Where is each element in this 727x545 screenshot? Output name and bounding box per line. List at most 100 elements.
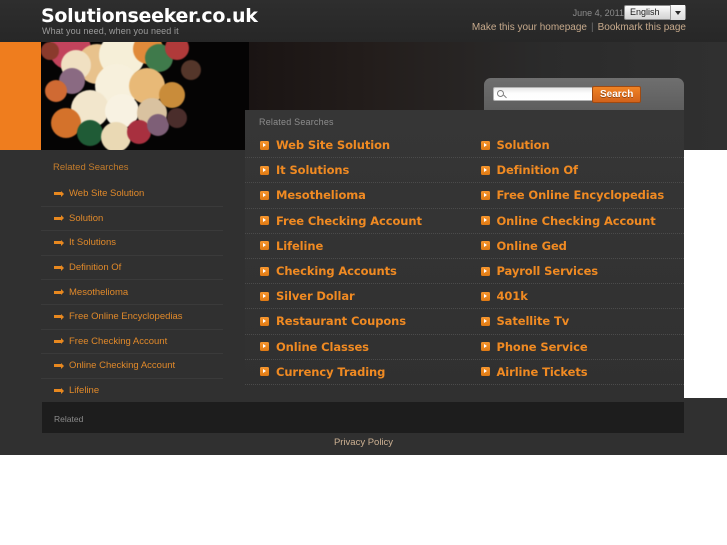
hero-orange-bar (0, 42, 41, 150)
related-search-link[interactable]: Checking Accounts (276, 264, 397, 278)
sidebar-item-label[interactable]: Web Site Solution (69, 188, 144, 199)
related-search-link[interactable]: Mesothelioma (276, 188, 366, 202)
site-brand: Solutionseeker.co.uk (41, 5, 258, 27)
arrow-right-icon (260, 140, 269, 150)
related-search-link[interactable]: Online Ged (497, 239, 567, 253)
sidebar-item-label[interactable]: Solution (69, 213, 103, 224)
related-search-cell: Phone Service (465, 335, 685, 359)
page-blank-area (0, 455, 727, 545)
related-search-link[interactable]: Currency Trading (276, 365, 385, 379)
related-search-row: Free Checking Account Online Checking Acc… (245, 209, 684, 234)
bookmark-page-link[interactable]: Bookmark this page (598, 22, 686, 33)
related-search-cell: 401k (465, 284, 685, 308)
arrow-right-icon (480, 266, 490, 276)
related-search-link[interactable]: Phone Service (497, 340, 588, 354)
site-tagline: What you need, when you need it (42, 26, 179, 36)
arrow-right-icon (480, 190, 490, 200)
related-search-link[interactable]: 401k (497, 289, 528, 303)
search-icon (497, 90, 504, 97)
related-search-row: Silver Dollar 401k (245, 284, 685, 310)
arrow-right-icon (260, 165, 269, 175)
sidebar-item[interactable]: Solution (41, 207, 223, 232)
related-search-link[interactable]: Solution (497, 138, 550, 152)
chevron-down-icon[interactable] (670, 5, 685, 20)
arrow-right-icon (260, 316, 269, 326)
related-search-link[interactable]: Web Site Solution (276, 138, 390, 152)
arrow-right-icon (260, 291, 269, 301)
arrow-right-icon (260, 241, 269, 251)
related-search-row: Lifeline Online Ged (245, 234, 684, 259)
arrow-right-icon (54, 338, 64, 345)
related-search-cell: Online Classes (245, 335, 465, 359)
related-search-link[interactable]: Definition Of (497, 163, 579, 177)
related-search-link[interactable]: Free Online Encyclopedias (497, 188, 665, 202)
related-searches-panel: Related Searches Web Site Solution Soluti… (245, 110, 684, 398)
related-search-cell: It Solutions (245, 158, 465, 182)
top-links: Make this your homepage | Bookmark this pa… (472, 22, 686, 33)
related-search-cell: Checking Accounts (245, 259, 465, 283)
arrow-right-icon (54, 239, 64, 246)
arrow-right-icon (260, 266, 269, 276)
search-input[interactable] (493, 87, 603, 101)
arrow-right-icon (54, 362, 64, 369)
arrow-right-icon (260, 216, 269, 226)
sidebar-item-label[interactable]: Definition Of (69, 262, 121, 273)
make-homepage-link[interactable]: Make this your homepage (472, 22, 587, 33)
language-selector[interactable]: English (624, 5, 686, 20)
privacy-policy-wrap: Privacy Policy (0, 437, 727, 448)
language-selected-value: English (630, 7, 660, 17)
arrow-right-icon (260, 342, 269, 352)
related-search-link[interactable]: Restaurant Coupons (276, 314, 406, 328)
sidebar-title: Related Searches (53, 162, 129, 173)
arrow-right-icon (480, 316, 490, 326)
related-search-link[interactable]: It Solutions (276, 163, 349, 177)
footer-related-searches-bar: Related Searches:Checking Accounts|Payro… (42, 402, 684, 443)
sidebar-item-label[interactable]: Free Online Encyclopedias (69, 311, 183, 322)
sidebar-item-label[interactable]: Free Checking Account (69, 336, 167, 347)
sidebar: Related Searches Web Site Solution Soluti… (0, 150, 245, 428)
related-search-cell: Airline Tickets (465, 360, 685, 384)
sidebar-item-label[interactable]: Online Checking Account (69, 360, 175, 371)
related-search-link[interactable]: Lifeline (276, 239, 323, 253)
sidebar-item-label[interactable]: It Solutions (69, 237, 116, 248)
related-search-link[interactable]: Airline Tickets (497, 365, 588, 379)
related-search-cell: Online Ged (465, 234, 685, 258)
related-search-link[interactable]: Silver Dollar (276, 289, 355, 303)
sidebar-item[interactable]: Free Checking Account (41, 330, 223, 355)
related-search-cell: Restaurant Coupons (245, 309, 465, 333)
related-search-link[interactable]: Payroll Services (497, 264, 599, 278)
related-search-row: It Solutions Definition Of (245, 158, 685, 184)
privacy-policy-link[interactable]: Privacy Policy (334, 437, 393, 448)
panel-title: Related Searches (259, 117, 334, 127)
search-button[interactable]: Search (592, 86, 642, 103)
arrow-right-icon (54, 313, 64, 320)
sidebar-item-label[interactable]: Lifeline (69, 385, 99, 396)
related-search-link[interactable]: Satellite Tv (497, 314, 570, 328)
related-search-row: Mesothelioma Free Online Encyclopedias (245, 183, 685, 209)
related-search-link[interactable]: Free Checking Account (276, 214, 422, 228)
related-search-cell: Satellite Tv (465, 309, 685, 333)
related-search-cell: Free Online Encyclopedias (465, 183, 685, 207)
related-search-cell: Definition Of (465, 158, 685, 182)
related-search-row: Currency Trading Airline Tickets (245, 360, 684, 385)
sidebar-item[interactable]: Online Checking Account (41, 354, 223, 379)
arrow-right-icon (54, 215, 64, 222)
related-search-cell: Online Checking Account (465, 209, 685, 233)
sidebar-item[interactable]: Mesothelioma (41, 280, 223, 305)
sidebar-item[interactable]: Definition Of (41, 256, 223, 281)
arrow-right-icon (260, 367, 269, 377)
current-date: June 4, 2011 (572, 8, 624, 18)
related-search-link[interactable]: Online Classes (276, 340, 369, 354)
arrow-right-icon (260, 190, 269, 200)
arrow-right-icon (480, 367, 490, 377)
sidebar-item[interactable]: Free Online Encyclopedias (41, 305, 223, 330)
sidebar-item[interactable]: Web Site Solution (41, 182, 223, 207)
sidebar-list: Web Site Solution Solution It Solutions Def… (41, 182, 223, 428)
related-search-cell: Free Checking Account (245, 209, 465, 233)
sidebar-item[interactable]: It Solutions (41, 231, 223, 256)
arrow-right-icon (480, 140, 490, 150)
related-search-cell: Lifeline (245, 234, 465, 258)
related-search-link[interactable]: Online Checking Account (497, 214, 656, 228)
sidebar-item-label[interactable]: Mesothelioma (69, 287, 128, 298)
related-search-cell: Mesothelioma (245, 183, 465, 207)
